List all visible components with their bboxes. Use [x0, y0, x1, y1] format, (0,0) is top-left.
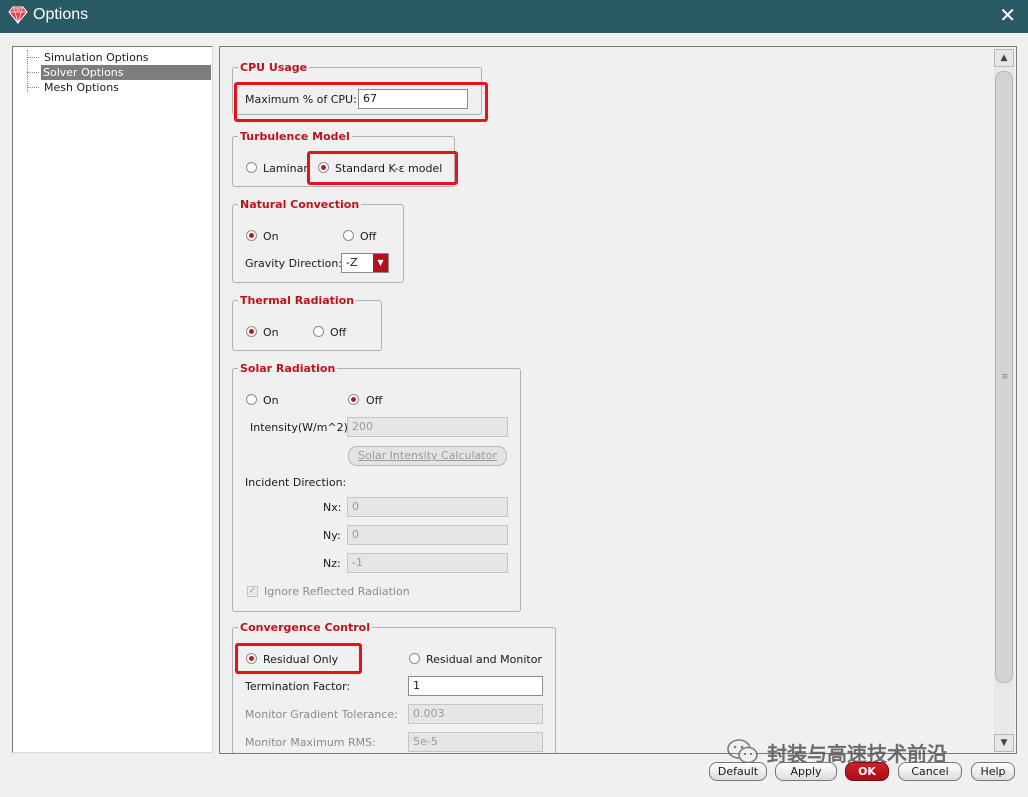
window-title: Options [33, 6, 89, 23]
vertical-scrollbar[interactable]: ▲ ≡ ▼ [994, 49, 1014, 752]
scroll-up-arrow-icon[interactable]: ▲ [994, 49, 1014, 67]
thermal-radiation-on-radio[interactable] [246, 326, 257, 337]
highlight-box-turbulence [307, 151, 458, 185]
monitor-rms-input[interactable]: 5e-5 [408, 732, 543, 752]
monitor-rms-label: Monitor Maximum RMS: [245, 736, 376, 749]
gravity-direction-value: -Z [346, 256, 358, 269]
natural-convection-legend: Natural Convection [240, 198, 360, 211]
thermal-radiation-group: Thermal Radiation [232, 294, 382, 351]
convergence-control-legend: Convergence Control [240, 621, 370, 634]
residual-and-monitor-label: Residual and Monitor [426, 653, 542, 666]
ignore-reflected-checkbox[interactable]: ✓ [247, 586, 258, 597]
help-button[interactable]: Help [971, 762, 1015, 781]
tree-item-label: Solver Options [41, 65, 211, 80]
close-icon[interactable]: ✕ [999, 5, 1016, 25]
turbulence-model-legend: Turbulence Model [240, 130, 350, 143]
nz-input[interactable]: -1 [347, 553, 508, 573]
scroll-down-arrow-icon[interactable]: ▼ [994, 734, 1014, 752]
ok-button[interactable]: OK [845, 762, 889, 781]
nx-label: Nx: [323, 501, 342, 514]
cpu-usage-legend: CPU Usage [240, 61, 308, 74]
default-button[interactable]: Default [709, 762, 767, 781]
tree-item-label: Mesh Options [44, 81, 119, 94]
intensity-input[interactable]: 200 [347, 417, 508, 437]
solar-radiation-off-label: Off [366, 394, 383, 407]
tree-item-mesh-options[interactable]: Mesh Options [15, 80, 211, 95]
options-tree: Simulation Options Solver Options Mesh O… [12, 46, 213, 753]
termination-factor-label: Termination Factor: [245, 680, 351, 693]
monitor-gradient-label: Monitor Gradient Tolerance: [245, 708, 398, 721]
residual-and-monitor-radio[interactable] [409, 653, 420, 664]
thermal-radiation-legend: Thermal Radiation [240, 294, 355, 307]
ny-input[interactable]: 0 [347, 525, 508, 545]
grip-icon: ≡ [1001, 372, 1009, 382]
highlight-box-convergence [235, 643, 362, 674]
solar-radiation-off-radio[interactable] [348, 394, 359, 405]
thermal-radiation-off-label: Off [330, 326, 347, 339]
chevron-down-icon[interactable]: ▼ [373, 254, 388, 272]
cancel-button[interactable]: Cancel [898, 762, 962, 781]
nx-input[interactable]: 0 [347, 497, 508, 517]
gem-logo-icon [8, 6, 28, 25]
solar-radiation-on-label: On [263, 394, 279, 407]
solar-intensity-calculator-button[interactable]: Solar Intensity Calculator [348, 446, 507, 466]
ignore-reflected-label: Ignore Reflected Radiation [264, 585, 410, 598]
scrollbar-thumb[interactable]: ≡ [995, 71, 1013, 683]
incident-direction-label: Incident Direction: [245, 476, 347, 489]
solar-radiation-legend: Solar Radiation [240, 362, 336, 375]
nz-label: Nz: [323, 557, 341, 570]
tree-item-label: Simulation Options [44, 51, 149, 64]
tree-item-solver-options[interactable]: Solver Options [15, 65, 211, 80]
highlight-box-cpu [234, 82, 488, 122]
laminar-label: Laminar [263, 162, 308, 175]
monitor-gradient-input[interactable]: 0.003 [408, 704, 543, 724]
natural-convection-on-radio[interactable] [246, 230, 257, 241]
thermal-radiation-off-radio[interactable] [313, 326, 324, 337]
solar-radiation-on-radio[interactable] [246, 394, 257, 405]
termination-factor-input[interactable]: 1 [408, 676, 543, 696]
panel-content: CPU Usage Maximum % of CPU: 67 Turbulenc… [220, 47, 994, 753]
gravity-direction-label: Gravity Direction: [245, 257, 343, 270]
natural-convection-off-label: Off [360, 230, 377, 243]
intensity-label: Intensity(W/m^2): [250, 421, 352, 434]
title-bar: Options ✕ [0, 0, 1028, 33]
natural-convection-on-label: On [263, 230, 279, 243]
apply-button[interactable]: Apply [775, 762, 837, 781]
tree-item-simulation-options[interactable]: Simulation Options [15, 50, 211, 65]
solver-options-panel: CPU Usage Maximum % of CPU: 67 Turbulenc… [219, 46, 1017, 754]
gravity-direction-select[interactable]: -Z ▼ [341, 253, 389, 273]
thermal-radiation-on-label: On [263, 326, 279, 339]
ny-label: Ny: [323, 529, 341, 542]
natural-convection-off-radio[interactable] [343, 230, 354, 241]
laminar-radio[interactable] [246, 162, 257, 173]
